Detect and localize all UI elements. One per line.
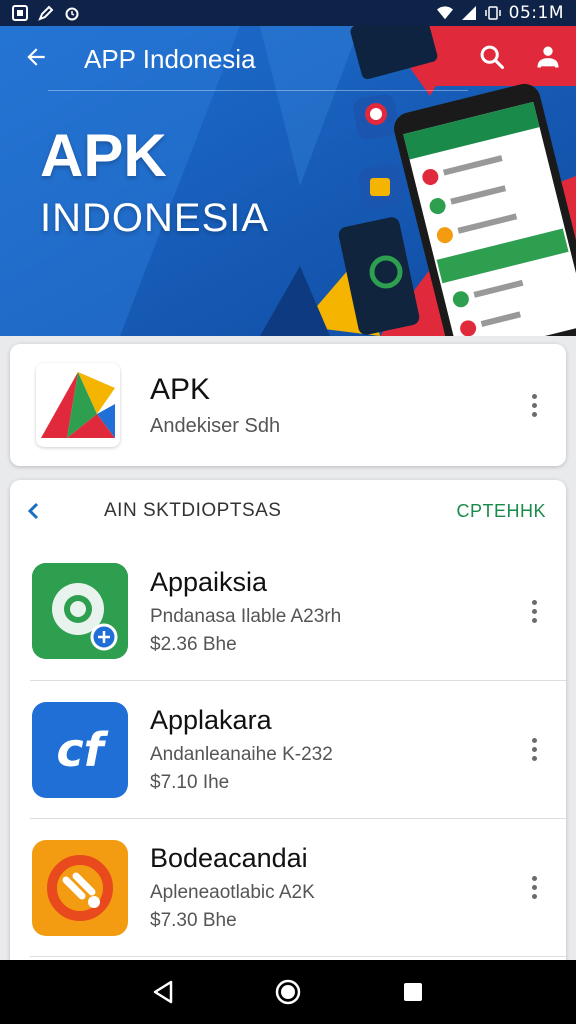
app-description: Andanleanaihe K-232 [150,744,333,765]
system-nav-bar [0,960,576,1024]
list-item[interactable]: Bodeacandai Apleneaotlabic A2K $7.30 Bhe [30,818,566,956]
hero-subtitle: INDONESIA [40,196,270,240]
svg-text:cf: cf [56,723,108,777]
account-button[interactable] [520,31,576,87]
back-button[interactable] [8,31,64,87]
alarm-icon [64,5,80,21]
more-options-button[interactable] [522,730,546,770]
list-header: AIN SKTDIOPTSAS CPTEHHK [10,480,566,542]
back-arrow-icon [23,44,49,75]
app-title: APP Indonesia [84,43,256,74]
gallery-icon [12,5,28,21]
toolbar-actions [464,26,576,92]
back-nav-icon[interactable] [139,968,187,1016]
green-ring-app-icon [32,563,128,659]
chevron-left-icon[interactable] [24,501,44,521]
vibrate-icon [484,5,501,21]
edit-icon [38,5,54,21]
featured-app-name: APK [150,372,211,406]
app-description: Apleneaotlabic A2K [150,882,315,903]
app-price: $2.36 Bhe [150,633,237,655]
featured-more-options-button[interactable] [522,385,546,425]
list-item[interactable]: Appaiksia Pndanasa Ilable A23rh $2.36 Bh… [10,542,566,680]
app-name: Bodeacandai [150,843,308,873]
recents-nav-icon[interactable] [389,968,437,1016]
home-nav-icon[interactable] [264,968,312,1016]
section-title: AIN SKTDIOPTSAS [104,500,282,521]
featured-app-card[interactable]: APK Andekiser Sdh [10,344,566,466]
hero-title: APK [40,122,167,189]
app-name: Applakara [150,705,272,735]
clock-time: 05:1M [508,3,564,23]
see-more-link[interactable]: CPTEHHK [456,501,546,522]
account-icon [534,43,562,76]
orange-tools-app-icon [32,839,128,936]
app-price: $7.10 Ihe [150,772,230,793]
app-price: $7.30 Bhe [150,910,237,931]
app-name: Appaiksia [150,566,268,597]
status-bar: 05:1M [0,0,576,26]
app-bar-divider [48,90,468,91]
more-options-button[interactable] [522,868,546,908]
app-list-card: AIN SKTDIOPTSAS CPTEHHK Appaiksia Pndana… [10,480,566,970]
cf-app-icon: cf [32,701,128,798]
more-options-button[interactable] [522,591,546,631]
app-description: Pndanasa Ilable A23rh [150,605,342,627]
search-icon [478,43,506,76]
apk-triangle-logo-icon [36,363,120,447]
featured-app-developer: Andekiser Sdh [150,414,281,437]
list-item[interactable]: cf Applakara Andanleanaihe K-232 $7.10 I… [30,680,566,818]
wifi-icon [436,5,453,21]
signal-icon [461,5,477,21]
search-button[interactable] [464,31,520,87]
header-banner: APP Indonesia APK INDONESIA [0,26,576,336]
